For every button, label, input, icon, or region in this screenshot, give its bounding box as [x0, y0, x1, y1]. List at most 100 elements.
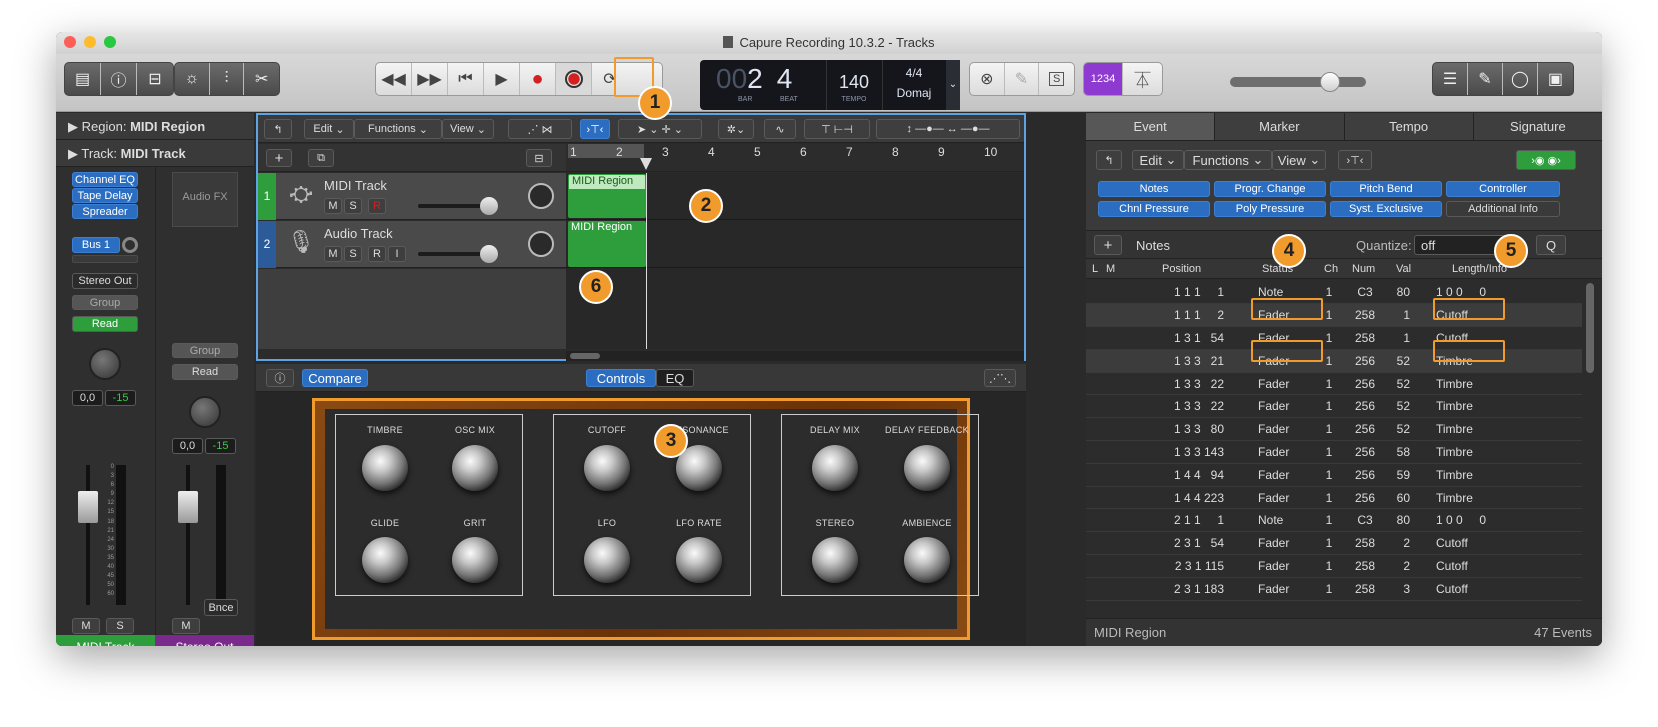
replace-button[interactable]: ⊗: [970, 63, 1005, 95]
autopunch-button[interactable]: ✎: [1005, 63, 1040, 95]
tab-event[interactable]: Event: [1086, 113, 1216, 140]
pan-knob[interactable]: [89, 348, 121, 380]
controls-tab[interactable]: Controls: [586, 369, 656, 387]
solo-button[interactable]: S: [106, 618, 134, 634]
plugin-slot[interactable]: Tape Delay: [72, 188, 138, 203]
filter-sysex[interactable]: Syst. Exclusive: [1330, 201, 1442, 217]
tracks-canvas[interactable]: MIDI Region MIDI Region: [566, 173, 1024, 349]
tab-marker[interactable]: Marker: [1215, 113, 1345, 140]
cutoff-knob[interactable]: [584, 445, 630, 491]
forward-button[interactable]: ▶▶: [412, 63, 448, 95]
ambience-knob[interactable]: [904, 537, 950, 583]
edit-menu[interactable]: Edit ⌄: [304, 119, 354, 139]
audio-fx-slot[interactable]: Audio FX: [172, 172, 238, 227]
plugin-slot[interactable]: Spreader: [72, 204, 138, 219]
play-button[interactable]: ▶: [484, 63, 520, 95]
send-knob[interactable]: [122, 237, 138, 253]
table-row[interactable]: 2 1 1 1 Note 1 C3 80 1 0 0 0: [1086, 508, 1582, 533]
mute-button[interactable]: M: [324, 198, 342, 214]
plugin-slot[interactable]: Channel EQ: [72, 172, 138, 187]
inspector-button[interactable]: ⓘ: [101, 63, 137, 95]
mixer-button[interactable]: ⫶: [210, 63, 245, 95]
pan-knob[interactable]: [189, 396, 221, 428]
playhead[interactable]: [640, 158, 652, 170]
metronome-button[interactable]: ⏄: [1123, 63, 1162, 95]
record-enable-button[interactable]: R: [368, 246, 386, 262]
zoom-window-button[interactable]: [104, 36, 116, 48]
record-enable-button[interactable]: R: [368, 198, 386, 214]
tool-menus[interactable]: ➤ ⌄ ✛ ⌄: [618, 119, 702, 139]
close-window-button[interactable]: [64, 36, 76, 48]
fader-cap[interactable]: [178, 491, 198, 523]
filter-channel-pressure[interactable]: Chnl Pressure: [1098, 201, 1210, 217]
timbre-knob[interactable]: [362, 445, 408, 491]
track-header-midi[interactable]: 1 ⛮ MIDI Track M S R: [258, 173, 566, 220]
view-menu[interactable]: View ⌄: [442, 119, 494, 139]
view-menu[interactable]: View ⌄: [1272, 150, 1326, 170]
back-button[interactable]: ↰: [1096, 150, 1122, 170]
filter-program-change[interactable]: Progr. Change: [1214, 181, 1326, 197]
functions-menu[interactable]: Functions ⌄: [1184, 150, 1272, 170]
track-pan-knob[interactable]: [528, 183, 554, 209]
table-row[interactable]: 1 3 3 22 Fader 1 256 52 Timbre: [1086, 394, 1582, 419]
solo-button[interactable]: S: [1039, 63, 1074, 95]
table-row[interactable]: 1 3 3 22 Fader 1 256 52 Timbre: [1086, 372, 1582, 396]
midi-region[interactable]: MIDI Region: [568, 174, 646, 218]
midi-in-out-button[interactable]: ›◉ ◉›: [1516, 150, 1576, 170]
delay-feedback-knob[interactable]: [904, 445, 950, 491]
record-button[interactable]: ●: [520, 63, 556, 95]
settings-menu[interactable]: ✲⌄: [718, 119, 754, 139]
edit-menu[interactable]: Edit ⌄: [1132, 150, 1184, 170]
volume-fader[interactable]: [76, 465, 106, 605]
table-row[interactable]: 1 3 3 80 Fader 1 256 52 Timbre: [1086, 417, 1582, 442]
count-in-button[interactable]: 1234: [1084, 63, 1124, 95]
group-button[interactable]: Group: [172, 343, 238, 358]
stereo-knob[interactable]: [812, 537, 858, 583]
automation-tools[interactable]: ⋰ ⋈: [508, 119, 572, 139]
table-row[interactable]: 1 3 3 143 Fader 1 256 58 Timbre: [1086, 440, 1582, 464]
track-header[interactable]: ▶ Track: MIDI Track: [56, 140, 254, 167]
tab-signature[interactable]: Signature: [1474, 113, 1602, 140]
track-header-audio[interactable]: 2 🎙 Audio Track M S R I: [258, 221, 566, 268]
automation-mode-button[interactable]: Read: [72, 316, 138, 332]
plugin-view-menu[interactable]: ⋰⋱: [984, 369, 1016, 387]
lfo-knob[interactable]: [584, 537, 630, 583]
osc-mix-knob[interactable]: [452, 445, 498, 491]
waveform-zoom[interactable]: ∿: [764, 119, 796, 139]
functions-menu[interactable]: Functions ⌄: [354, 119, 442, 139]
toolbar-button[interactable]: ⊟: [137, 63, 173, 95]
delay-mix-knob[interactable]: [812, 445, 858, 491]
rewind-button[interactable]: ◀◀: [376, 63, 412, 95]
table-row[interactable]: 1 4 4 94 Fader 1 256 59 Timbre: [1086, 463, 1582, 487]
horizontal-scrollbar[interactable]: [566, 351, 1024, 361]
create-event-button[interactable]: +: [1094, 235, 1122, 255]
automation-mode-button[interactable]: Read: [172, 364, 238, 380]
grit-knob[interactable]: [452, 537, 498, 583]
filter-notes[interactable]: Notes: [1098, 181, 1210, 197]
fader-cap[interactable]: [78, 491, 98, 523]
eq-tab[interactable]: EQ: [656, 369, 694, 387]
global-tracks-button[interactable]: ⊟: [526, 149, 552, 167]
plugin-info-button[interactable]: ⓘ: [266, 369, 294, 387]
input-monitor-button[interactable]: I: [388, 246, 406, 262]
go-to-start-button[interactable]: ⏮: [448, 63, 484, 95]
duplicate-track-button[interactable]: ⧉: [308, 149, 334, 167]
filter-additional-info[interactable]: Additional Info: [1446, 201, 1560, 217]
track-name[interactable]: MIDI Track: [324, 178, 387, 193]
track-pan-knob[interactable]: [528, 231, 554, 257]
table-row[interactable]: 1 1 1 1 Note 1 C3 80 1 0 0 0: [1086, 281, 1582, 305]
vertical-scrollbar[interactable]: [1586, 283, 1594, 373]
region-header[interactable]: ▶ Region: MIDI Region: [56, 113, 254, 140]
tab-tempo[interactable]: Tempo: [1345, 113, 1474, 140]
glide-knob[interactable]: [362, 537, 408, 583]
table-row[interactable]: 2 3 1 54 Fader 1 258 2 Cutoff: [1086, 531, 1582, 556]
table-row[interactable]: 1 3 1 54 Fader 1 258 1 Cutoff: [1086, 326, 1582, 350]
group-button[interactable]: Group: [72, 295, 138, 310]
minimize-window-button[interactable]: [84, 36, 96, 48]
add-track-button[interactable]: +: [266, 149, 292, 167]
output-button[interactable]: Stereo Out: [72, 273, 138, 289]
strip-name-output[interactable]: Stereo Out: [155, 635, 254, 646]
send-bus-button[interactable]: Bus 1: [72, 237, 120, 253]
ruler[interactable]: 1 2 3 4 5 6 7 8 9 10: [566, 144, 1024, 172]
zoom-sliders[interactable]: ↕ —●— ↔ —●—: [876, 119, 1020, 139]
